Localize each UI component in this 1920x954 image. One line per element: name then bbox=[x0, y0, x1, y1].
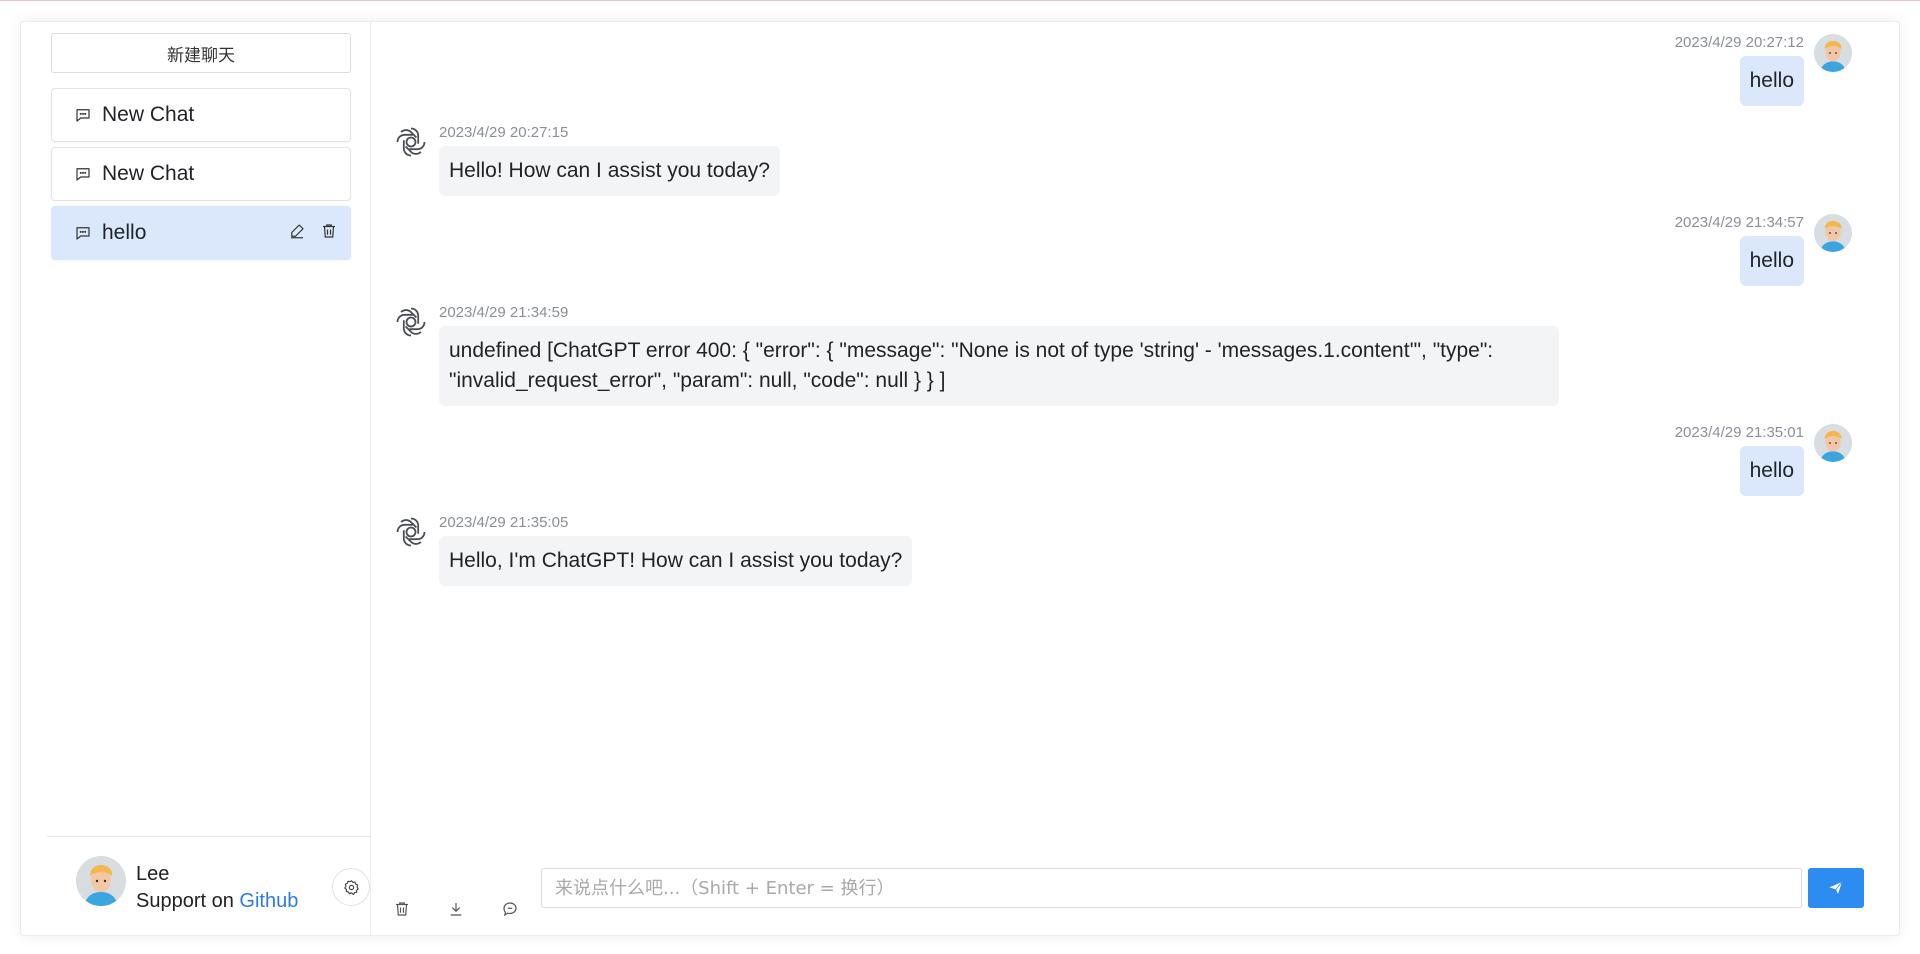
message-bubble: hello bbox=[1739, 236, 1804, 286]
message-time: 2023/4/29 21:35:05 bbox=[439, 514, 569, 531]
github-link[interactable]: Github bbox=[239, 890, 298, 912]
chat-history-label: New Chat bbox=[102, 103, 195, 126]
edit-icon[interactable] bbox=[288, 222, 306, 242]
chat-history-label: hello bbox=[102, 221, 147, 244]
chat-history-item-active[interactable]: hello bbox=[51, 206, 351, 260]
delete-icon[interactable] bbox=[320, 222, 338, 242]
chat-history-list: New Chat New Chat hello bbox=[51, 88, 351, 265]
chat-icon bbox=[74, 224, 92, 242]
avatar bbox=[1814, 214, 1852, 252]
user-name: Lee bbox=[136, 863, 170, 885]
chatgpt-logo-icon bbox=[393, 124, 429, 160]
chat-bubble-icon[interactable] bbox=[501, 900, 521, 920]
message-bubble: Hello, I'm ChatGPT! How can I assist you… bbox=[439, 536, 913, 586]
chatgpt-logo-icon bbox=[393, 514, 429, 550]
message-bubble: undefined [ChatGPT error 400: { "error":… bbox=[439, 326, 1559, 406]
message-time: 2023/4/29 20:27:15 bbox=[439, 124, 569, 141]
send-button[interactable] bbox=[1808, 868, 1864, 908]
sidebar: 新建聊天 New Chat New Chat hello Lee Support… bbox=[21, 22, 371, 935]
message-bubble: hello bbox=[1739, 56, 1804, 106]
chat-panel: 2023/4/29 20:27:12 hello 2023/4/29 20:27… bbox=[371, 22, 1899, 935]
settings-button[interactable] bbox=[332, 868, 370, 906]
chat-history-item[interactable]: New Chat bbox=[51, 88, 351, 142]
chat-icon bbox=[74, 106, 92, 124]
chat-history-label: New Chat bbox=[102, 162, 195, 185]
message-time: 2023/4/29 20:27:12 bbox=[1674, 34, 1804, 51]
avatar bbox=[76, 856, 126, 906]
chat-item-actions bbox=[288, 222, 338, 242]
chatgpt-logo-icon bbox=[393, 304, 429, 340]
message-bubble: hello bbox=[1739, 446, 1804, 496]
avatar bbox=[1814, 424, 1852, 462]
app-window: 新建聊天 New Chat New Chat hello Lee Support… bbox=[20, 21, 1900, 936]
download-icon[interactable] bbox=[447, 900, 467, 920]
message-time: 2023/4/29 21:34:59 bbox=[439, 304, 569, 321]
new-chat-button[interactable]: 新建聊天 bbox=[51, 33, 351, 73]
chat-history-item[interactable]: New Chat bbox=[51, 147, 351, 201]
message-time: 2023/4/29 21:35:01 bbox=[1674, 424, 1804, 441]
support-text: Support on Github bbox=[136, 890, 298, 913]
message-time: 2023/4/29 21:34:57 bbox=[1674, 214, 1804, 231]
chat-toolbar bbox=[393, 900, 521, 920]
send-icon bbox=[1828, 880, 1844, 896]
message-input[interactable] bbox=[541, 868, 1802, 908]
chat-icon bbox=[74, 165, 92, 183]
user-panel: Lee Support on Github bbox=[47, 836, 371, 937]
support-label: Support on bbox=[136, 890, 234, 912]
gear-icon bbox=[343, 879, 360, 896]
delete-icon[interactable] bbox=[393, 900, 413, 920]
message-bubble: Hello! How can I assist you today? bbox=[439, 146, 780, 196]
avatar bbox=[1814, 34, 1852, 72]
